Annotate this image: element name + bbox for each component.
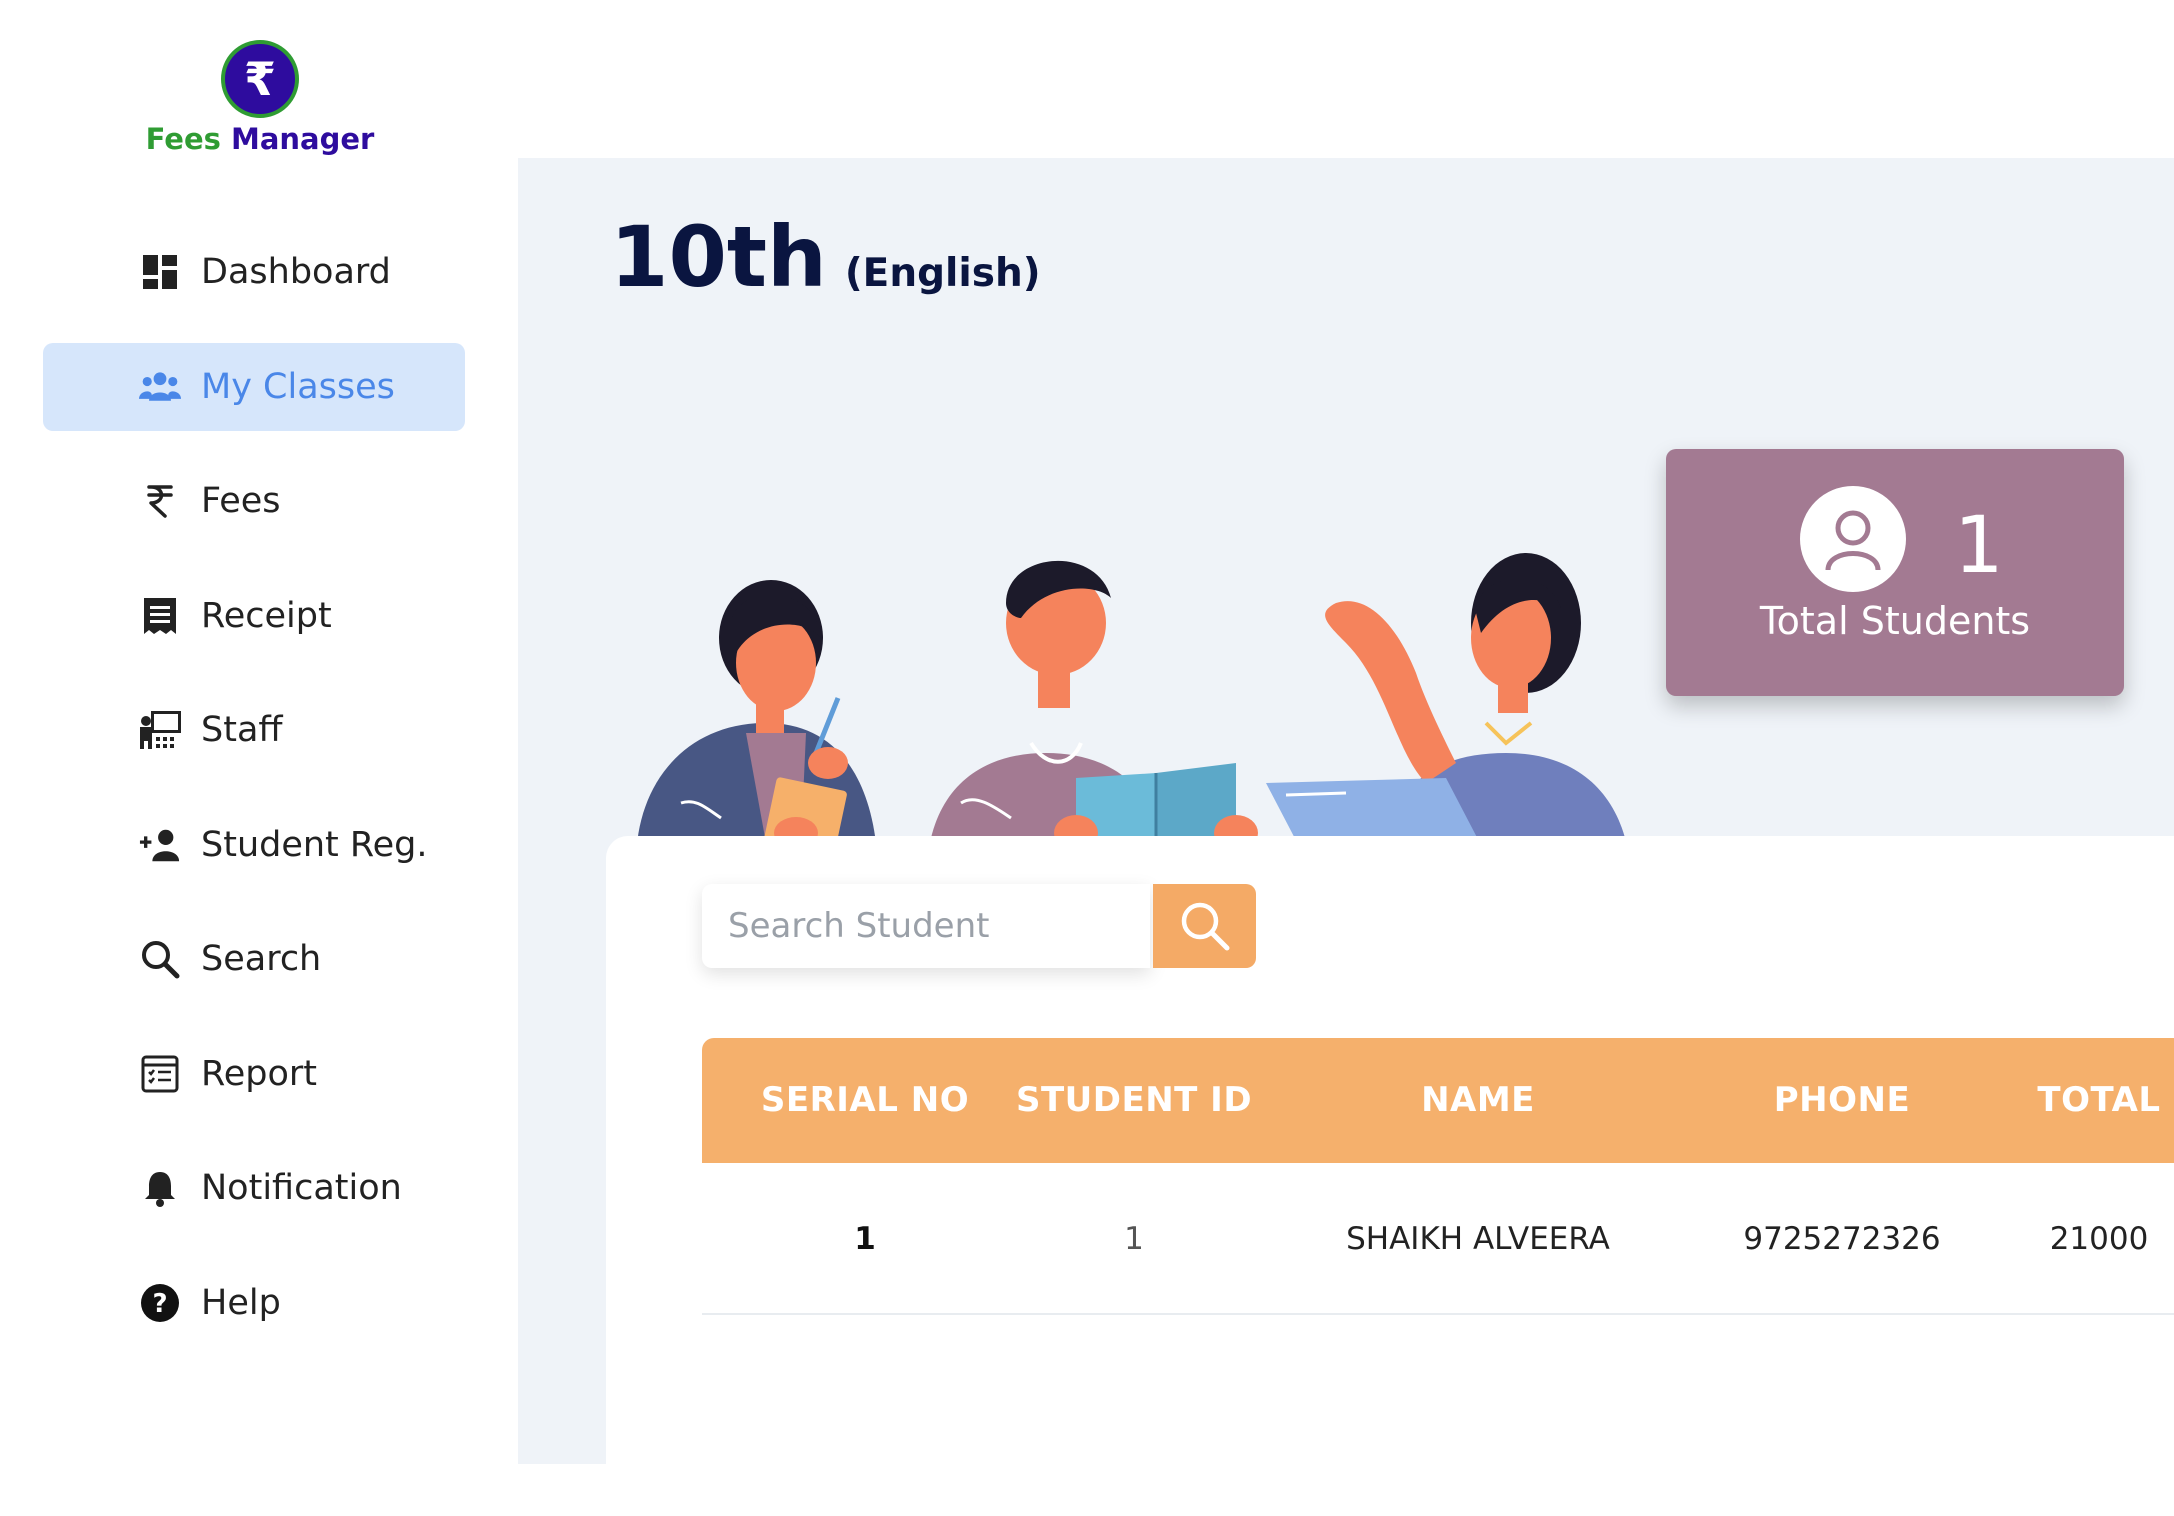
- user-avatar-icon: [1800, 486, 1906, 592]
- sidebar-item-student-reg[interactable]: Student Reg.: [43, 801, 465, 889]
- sidebar-item-dashboard[interactable]: Dashboard: [43, 228, 465, 316]
- sidebar-item-label: Search: [201, 939, 322, 979]
- sidebar-item-fees[interactable]: Fees: [43, 457, 465, 545]
- page-title: 10th (English): [610, 208, 1041, 306]
- column-header-serial-no[interactable]: SERIAL NO: [702, 1038, 1028, 1163]
- sidebar-item-notification[interactable]: Notification: [43, 1144, 465, 1232]
- sidebar-item-label: Help: [201, 1282, 281, 1323]
- cell-serial-no: 1: [854, 1221, 876, 1257]
- cell-total: 21000: [2049, 1221, 2149, 1257]
- sidebar-item-label: Dashboard: [201, 252, 391, 292]
- sidebar-nav: Dashboard My Classes Fees Receipt Staff …: [43, 228, 465, 1373]
- app-name: Fees Manager: [140, 122, 380, 156]
- app-name-part2: Manager: [230, 122, 375, 156]
- column-header-name[interactable]: NAME: [1278, 1038, 1678, 1163]
- sidebar-item-label: Receipt: [201, 595, 332, 636]
- svg-text:?: ?: [152, 1289, 167, 1319]
- sidebar-item-label: Notification: [201, 1168, 402, 1208]
- user-plus-icon: [139, 824, 181, 866]
- sidebar-item-label: Student Reg.: [201, 824, 428, 865]
- total-students-label: Total Students: [1759, 599, 2031, 643]
- rupee-logo-icon: ₹: [221, 40, 299, 118]
- app-name-part1: Fees: [145, 122, 221, 156]
- cell-name: SHAIKH ALVEERA: [1346, 1221, 1610, 1257]
- sidebar-item-receipt[interactable]: Receipt: [43, 572, 465, 660]
- users-icon: [139, 366, 181, 408]
- dashboard-icon: [139, 251, 181, 293]
- sidebar-item-help[interactable]: ? Help: [43, 1259, 465, 1347]
- sidebar-item-my-classes[interactable]: My Classes: [43, 342, 465, 431]
- column-header-student-id[interactable]: STUDENT ID: [988, 1038, 1280, 1163]
- help-icon: ?: [139, 1282, 181, 1324]
- search-student-input[interactable]: [702, 884, 1150, 968]
- main-content: 10th (English) 1 Total Students Search S…: [518, 158, 2174, 1516]
- table-header: SERIAL NO STUDENT ID NAME PHONE TOTAL: [702, 1038, 2174, 1163]
- staff-icon: [139, 709, 181, 751]
- class-name: 10th: [610, 208, 827, 306]
- search-icon: [139, 938, 181, 980]
- sidebar: ₹ Fees Manager Dashboard My Classes Fees: [0, 0, 518, 1464]
- sidebar-item-label: Report: [201, 1053, 318, 1094]
- app-logo[interactable]: ₹ Fees Manager: [140, 40, 380, 156]
- sidebar-item-report[interactable]: Report: [43, 1030, 465, 1118]
- search-button[interactable]: [1153, 884, 1256, 968]
- rupee-icon: [139, 480, 181, 522]
- cell-phone: 9725272326: [1743, 1221, 1941, 1257]
- total-students-card[interactable]: 1 Total Students: [1666, 449, 2124, 696]
- sidebar-item-search[interactable]: Search: [43, 915, 465, 1003]
- cell-student-id: 1: [1124, 1221, 1144, 1257]
- total-students-count: 1: [1954, 501, 2004, 591]
- report-icon: [139, 1053, 181, 1095]
- bell-icon: [139, 1167, 181, 1209]
- sidebar-item-label: Staff: [201, 710, 283, 750]
- class-medium: (English): [844, 251, 1041, 296]
- sidebar-item-staff[interactable]: Staff: [43, 686, 465, 774]
- column-header-phone[interactable]: PHONE: [1677, 1038, 2007, 1163]
- students-table: SERIAL NO STUDENT ID NAME PHONE TOTAL 1 …: [702, 1038, 2174, 1315]
- sidebar-item-label: My Classes: [201, 366, 395, 407]
- table-row[interactable]: 1 1 SHAIKH ALVEERA 9725272326 21000: [702, 1163, 2174, 1315]
- sidebar-item-label: Fees: [201, 481, 281, 521]
- students-panel: SERIAL NO STUDENT ID NAME PHONE TOTAL 1 …: [606, 836, 2174, 1516]
- search-icon: [1181, 902, 1229, 951]
- receipt-icon: [139, 595, 181, 637]
- search-box: [702, 884, 1150, 968]
- column-header-total[interactable]: TOTAL: [1992, 1038, 2174, 1163]
